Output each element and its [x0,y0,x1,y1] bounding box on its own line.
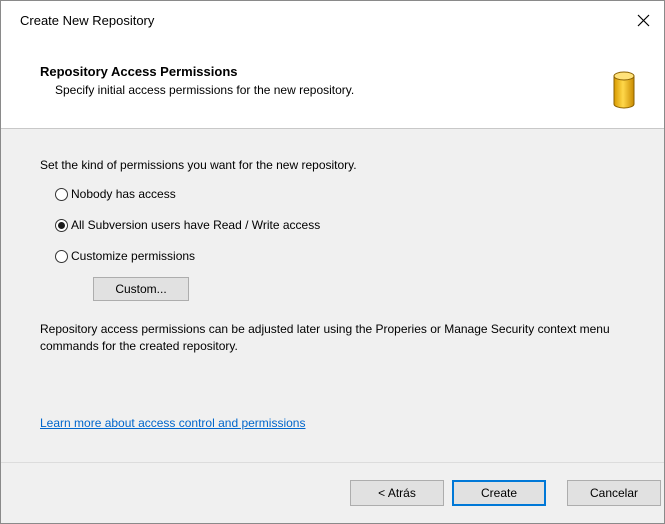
dialog-footer: < Atrás Create Cancelar [1,462,664,523]
close-button[interactable] [622,1,664,39]
database-cylinder-icon [613,71,635,109]
create-button[interactable]: Create [452,480,546,506]
radio-button[interactable] [55,249,68,263]
cancel-button[interactable]: Cancelar [567,480,661,506]
radio-button[interactable] [55,218,68,232]
close-icon [637,14,649,26]
radio-label: Nobody has access [71,187,176,201]
back-button[interactable]: < Atrás [350,480,444,506]
permissions-note: Repository access permissions can be adj… [40,322,610,353]
learn-more-link[interactable]: Learn more about access control and perm… [40,416,305,430]
header-title: Repository Access Permissions [40,64,238,79]
header-subtitle: Specify initial access permissions for t… [55,83,355,97]
radio-nobody-access[interactable]: Nobody has access [55,187,176,201]
title-bar: Create New Repository [1,1,664,39]
radio-button[interactable] [55,187,68,201]
dialog-window: Create New Repository Repository Access … [0,0,665,524]
window-title: Create New Repository [20,12,155,28]
permissions-prompt: Set the kind of permissions you want for… [40,158,357,172]
radio-customize-permissions[interactable]: Customize permissions [55,249,195,263]
radio-label: All Subversion users have Read / Write a… [71,218,321,232]
radio-label: Customize permissions [71,249,196,263]
custom-button[interactable]: Custom... [93,277,189,301]
wizard-content: Set the kind of permissions you want for… [1,129,664,463]
wizard-header: Repository Access Permissions Specify in… [1,39,664,129]
radio-all-users-read-write[interactable]: All Subversion users have Read / Write a… [55,218,320,232]
